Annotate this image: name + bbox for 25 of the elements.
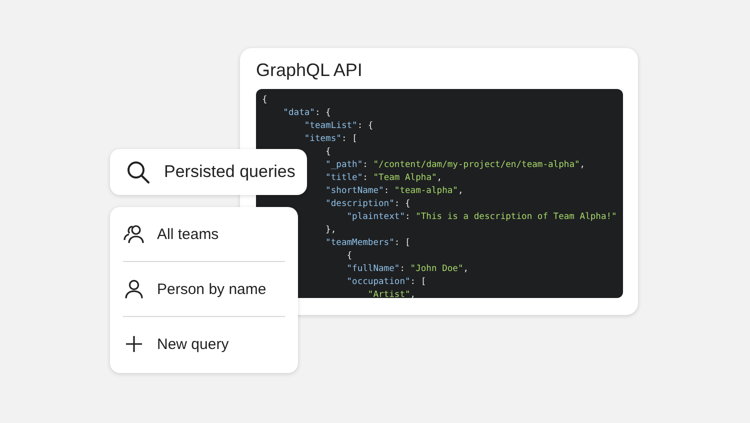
code-line: "teamList": { bbox=[303, 120, 374, 133]
code-line: "plaintext": "This is a description of Team Alpha!" bbox=[346, 211, 617, 224]
code-line: "data": { bbox=[282, 107, 331, 120]
menu-item[interactable]: Person by name bbox=[123, 262, 285, 316]
code-line: }, bbox=[324, 224, 336, 237]
search-icon bbox=[126, 160, 150, 184]
code-line: "shortName": "team-alpha", bbox=[324, 185, 464, 198]
code-line: "Artist", bbox=[366, 289, 416, 298]
code-line: { bbox=[262, 94, 268, 107]
person-icon bbox=[124, 279, 144, 299]
code-line: "fullName": "John Doe", bbox=[346, 263, 469, 276]
menu-item[interactable]: New query bbox=[123, 317, 285, 371]
code-line: "occupation": [ bbox=[346, 276, 426, 289]
panel-title: GraphQL API bbox=[256, 59, 362, 82]
search-value: Persisted queries bbox=[164, 162, 296, 182]
menu-item[interactable]: All teams bbox=[123, 207, 285, 261]
plus-icon bbox=[125, 335, 143, 353]
code-line: "_path": "/content/dam/my-project/en/team-alpha", bbox=[324, 159, 586, 172]
code-line: "items": [ bbox=[303, 133, 358, 146]
people-icon bbox=[123, 224, 145, 244]
code-line: { bbox=[346, 250, 352, 263]
search-field[interactable]: Persisted queries bbox=[110, 149, 307, 195]
code-line: "teamMembers": [ bbox=[324, 237, 410, 250]
code-line: "description": { bbox=[324, 198, 410, 211]
code-line: { bbox=[324, 146, 331, 159]
